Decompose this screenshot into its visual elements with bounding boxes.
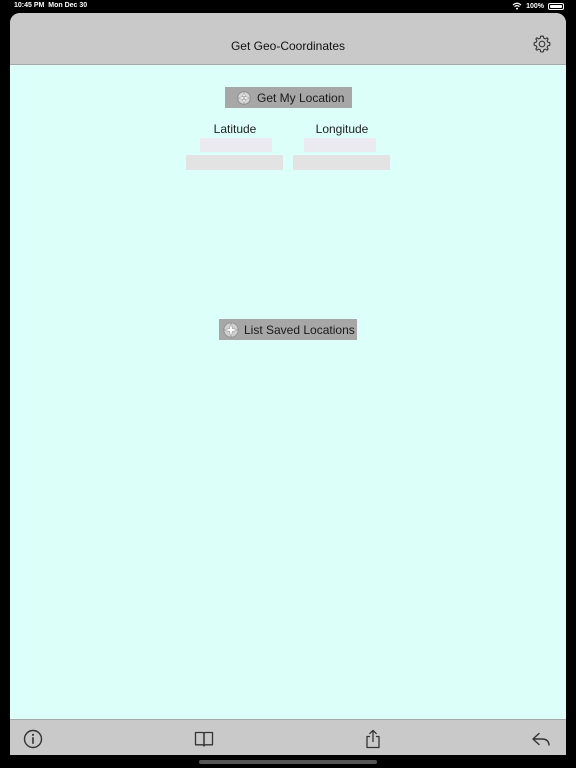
battery-icon [548, 2, 564, 10]
home-indicator [199, 760, 377, 764]
navigation-bar: Get Geo-Coordinates [10, 13, 566, 65]
get-my-location-label: Get My Location [257, 90, 345, 105]
status-date: Mon Dec 30 [48, 2, 88, 9]
status-time: 10:45 PM [14, 2, 45, 9]
get-my-location-button[interactable]: Get My Location [225, 87, 352, 108]
latitude-label: Latitude [213, 122, 257, 136]
longitude-detail-field[interactable] [293, 155, 390, 170]
list-saved-locations-button[interactable]: List Saved Locations [219, 319, 357, 340]
gear-icon[interactable] [532, 34, 552, 54]
status-indicators: 100% [512, 2, 564, 10]
list-saved-locations-label: List Saved Locations [244, 322, 355, 337]
reply-icon[interactable] [530, 728, 552, 750]
book-icon[interactable] [193, 728, 215, 750]
location-target-icon [236, 90, 252, 105]
longitude-label: Longitude [315, 122, 369, 136]
latitude-field[interactable] [200, 138, 272, 152]
page-title: Get Geo-Coordinates [230, 39, 346, 53]
app-screen: Get Geo-Coordinates Get My Location Lati… [10, 13, 566, 755]
info-icon[interactable] [22, 728, 44, 750]
bottom-toolbar [10, 719, 566, 755]
status-time-date: 10:45 PM Mon Dec 30 [14, 2, 87, 9]
status-bar: 10:45 PM Mon Dec 30 100% [0, 0, 576, 13]
longitude-field[interactable] [304, 138, 376, 152]
latitude-detail-field[interactable] [186, 155, 283, 170]
battery-percent: 100% [526, 2, 544, 10]
share-icon[interactable] [362, 728, 384, 750]
wifi-icon [512, 2, 522, 10]
compass-star-icon [223, 321, 239, 338]
